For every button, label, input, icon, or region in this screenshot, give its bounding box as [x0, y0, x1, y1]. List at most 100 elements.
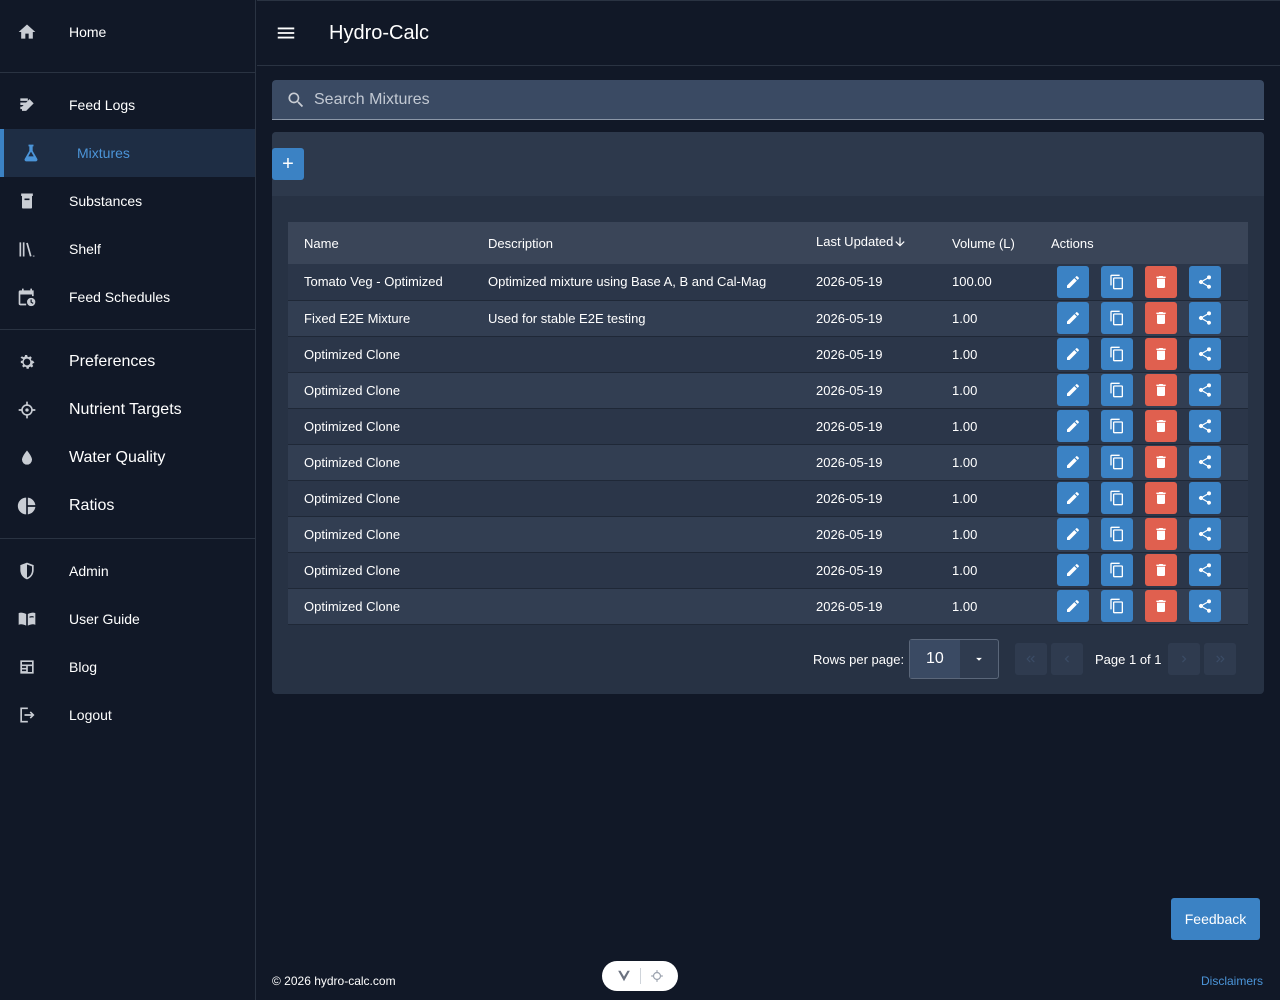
sidebar-item-logout[interactable]: Logout: [0, 691, 255, 739]
table-row[interactable]: Optimized Clone 2026-05-19 1.00: [288, 444, 1248, 480]
sidebar-item-label: Substances: [69, 193, 143, 209]
sidebar-item-substances[interactable]: Substances: [0, 177, 255, 225]
delete-button[interactable]: [1145, 410, 1177, 442]
cell-name: Optimized Clone: [304, 598, 401, 614]
share-button[interactable]: [1189, 518, 1221, 550]
cell-last-updated: 2026-05-19: [816, 274, 883, 290]
share-icon: [1198, 347, 1211, 361]
column-header-name[interactable]: Name: [288, 222, 472, 264]
sidebar-item-mixtures[interactable]: Mixtures: [0, 129, 255, 177]
edit-button[interactable]: [1057, 374, 1089, 406]
table-row[interactable]: Optimized Clone 2026-05-19 1.00: [288, 408, 1248, 444]
share-button[interactable]: [1189, 265, 1221, 298]
page-info: Page 1 of 1: [1095, 652, 1162, 667]
table-row[interactable]: Optimized Clone 2026-05-19 1.00: [288, 372, 1248, 408]
cell-last-updated: 2026-05-19: [816, 490, 883, 506]
table-row[interactable]: Tomato Veg - Optimized Optimized mixture …: [288, 264, 1248, 300]
feedback-button[interactable]: Feedback: [1171, 898, 1260, 940]
duplicate-button[interactable]: [1101, 590, 1133, 622]
delete-button[interactable]: [1145, 338, 1177, 370]
sidebar-item-user-guide[interactable]: User Guide: [0, 595, 255, 643]
share-button[interactable]: [1189, 338, 1221, 370]
duplicate-button[interactable]: [1101, 410, 1133, 442]
rows-per-page-select[interactable]: 10: [909, 639, 999, 679]
sidebar-item-feed-schedules[interactable]: Feed Schedules: [0, 273, 255, 321]
duplicate-button[interactable]: [1101, 338, 1133, 370]
table-row[interactable]: Fixed E2E Mixture Used for stable E2E tes…: [288, 300, 1248, 336]
duplicate-button[interactable]: [1101, 482, 1133, 514]
sidebar-item-feed-logs[interactable]: Feed Logs: [0, 81, 255, 129]
table-row[interactable]: Optimized Clone 2026-05-19 1.00: [288, 552, 1248, 588]
share-button[interactable]: [1189, 446, 1221, 478]
menu-icon[interactable]: [274, 21, 298, 45]
next-page-button[interactable]: [1168, 643, 1200, 675]
share-button[interactable]: [1189, 590, 1221, 622]
search-input[interactable]: [314, 90, 1214, 109]
duplicate-button[interactable]: [1101, 374, 1133, 406]
duplicate-button[interactable]: [1101, 302, 1133, 334]
sidebar: Home Feed Logs Mixtures Substances Shelf Feed…: [0, 0, 256, 1000]
edit-button[interactable]: [1057, 482, 1089, 514]
sort-descending-icon[interactable]: [893, 235, 907, 252]
edit-button[interactable]: [1057, 554, 1089, 586]
row-actions: [1051, 410, 1248, 442]
edit-button[interactable]: [1057, 518, 1089, 550]
disclaimers-link[interactable]: Disclaimers: [1201, 974, 1263, 988]
delete-button[interactable]: [1145, 518, 1177, 550]
cell-name: Optimized Clone: [304, 382, 401, 398]
delete-button[interactable]: [1145, 374, 1177, 406]
delete-button[interactable]: [1145, 446, 1177, 478]
sidebar-item-home[interactable]: Home: [0, 8, 255, 56]
share-button[interactable]: [1189, 302, 1221, 334]
vue-logo-icon[interactable]: [617, 969, 631, 983]
share-button[interactable]: [1189, 482, 1221, 514]
duplicate-button[interactable]: [1101, 518, 1133, 550]
share-button[interactable]: [1189, 374, 1221, 406]
edit-button[interactable]: [1057, 265, 1089, 298]
column-header-description[interactable]: Description: [472, 222, 800, 264]
column-header-volume[interactable]: Volume (L): [936, 222, 1035, 264]
edit-button[interactable]: [1057, 446, 1089, 478]
sidebar-item-water-quality[interactable]: Water Quality: [0, 434, 255, 482]
edit-icon: [1067, 456, 1079, 468]
delete-button[interactable]: [1145, 554, 1177, 586]
add-mixture-button[interactable]: +: [272, 148, 304, 180]
duplicate-button[interactable]: [1101, 446, 1133, 478]
row-actions: [1051, 374, 1248, 406]
edit-icon: [1067, 384, 1079, 396]
table-row[interactable]: Optimized Clone 2026-05-19 1.00: [288, 516, 1248, 552]
sidebar-item-shelf[interactable]: Shelf: [0, 225, 255, 273]
sidebar-item-nutrient-targets[interactable]: Nutrient Targets: [0, 386, 255, 434]
share-button[interactable]: [1189, 410, 1221, 442]
duplicate-button[interactable]: [1101, 265, 1133, 298]
edit-button[interactable]: [1057, 410, 1089, 442]
shield-icon: [17, 561, 37, 581]
edit-button[interactable]: [1057, 338, 1089, 370]
table-row[interactable]: Optimized Clone 2026-05-19 1.00: [288, 480, 1248, 516]
previous-page-button[interactable]: [1051, 643, 1083, 675]
crosshair-icon[interactable]: [650, 969, 664, 983]
column-header-last-updated[interactable]: Last Updated: [800, 222, 936, 264]
table-row[interactable]: Optimized Clone 2026-05-19 1.00: [288, 588, 1248, 624]
sidebar-group: Admin User Guide Blog Logout: [0, 539, 255, 747]
edit-icon: [1067, 348, 1079, 360]
delete-button[interactable]: [1145, 482, 1177, 514]
sidebar-item-ratios[interactable]: Ratios: [0, 482, 255, 530]
delete-button[interactable]: [1145, 302, 1177, 334]
sidebar-item-blog[interactable]: Blog: [0, 643, 255, 691]
delete-button[interactable]: [1145, 590, 1177, 622]
share-button[interactable]: [1189, 554, 1221, 586]
sidebar-item-preferences[interactable]: Preferences: [0, 338, 255, 386]
first-page-button[interactable]: [1015, 643, 1047, 675]
edit-button[interactable]: [1057, 302, 1089, 334]
duplicate-button[interactable]: [1101, 554, 1133, 586]
delete-button[interactable]: [1145, 265, 1177, 298]
caret-down-icon: [960, 652, 998, 666]
sidebar-item-admin[interactable]: Admin: [0, 547, 255, 595]
edit-button[interactable]: [1057, 590, 1089, 622]
sidebar-item-label: Logout: [69, 707, 112, 723]
sidebar-item-label: Nutrient Targets: [69, 401, 182, 418]
last-page-button[interactable]: [1204, 643, 1236, 675]
copyright: © 2026 hydro-calc.com: [272, 974, 396, 988]
table-row[interactable]: Optimized Clone 2026-05-19 1.00: [288, 336, 1248, 372]
